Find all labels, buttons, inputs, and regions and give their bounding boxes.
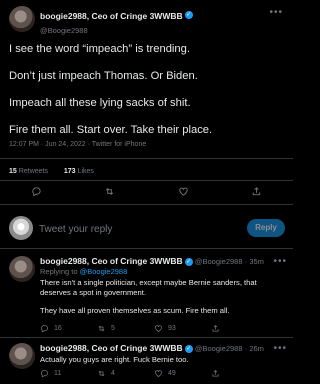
author-handle[interactable]: @Boogie2988: [195, 344, 243, 353]
tweet-header: boogie2988, Ceo of Cringe 3WWBB ✓ @Boogie…: [40, 6, 193, 35]
likes-count: 49: [168, 370, 176, 377]
tweet-body: I see the word “impeach” is trending. Do…: [9, 42, 284, 150]
author-avatar[interactable]: [9, 6, 35, 32]
tweet-actions: [0, 186, 293, 197]
reply-paragraph: Actually you guys are right. Fuck Bernie…: [40, 355, 189, 364]
verified-badge-icon: ✓: [184, 257, 193, 266]
retweets-count: 15: [9, 168, 17, 175]
author-avatar[interactable]: [9, 256, 35, 282]
replying-to: Replying to @Boogie2988: [40, 267, 286, 276]
reply-paragraph: They have all proven themselves as scum.…: [40, 306, 230, 315]
like-icon[interactable]: [178, 186, 189, 197]
viewer-avatar: [9, 216, 33, 240]
author-name[interactable]: boogie2988, Ceo of Cringe 3WWBB: [40, 11, 183, 21]
author-handle[interactable]: @Boogie2988: [195, 257, 243, 266]
reply-composer: Reply: [9, 216, 285, 242]
retweets-label: Retweets: [18, 168, 48, 175]
replies-count: 11: [54, 370, 62, 377]
retweets-count: 5: [111, 325, 115, 332]
reply-time[interactable]: 35m: [249, 257, 264, 266]
tweet-paragraph: Fire them all. Start over. Take their pl…: [9, 124, 213, 136]
tweet-timestamp[interactable]: 12:07 PM · Jun 24, 2022 · Twitter for iP…: [9, 141, 146, 148]
divider: [0, 180, 293, 181]
reply-body: Actually you guys are right. Fuck Bernie…: [40, 355, 286, 365]
reply-body: There isn't a single politician, except …: [40, 278, 286, 316]
more-icon[interactable]: •••: [273, 343, 287, 354]
share-icon[interactable]: [251, 186, 262, 197]
divider: [0, 337, 293, 338]
replying-prefix: Replying to: [40, 267, 78, 276]
author-handle[interactable]: @Boogie2988: [40, 26, 193, 35]
divider: [0, 158, 293, 159]
retweet-icon: [98, 325, 105, 332]
tweet-paragraph: Impeach all these lying sacks of shit.: [9, 97, 191, 109]
like-icon: [155, 325, 162, 332]
reply-time[interactable]: 26m: [249, 344, 264, 353]
verified-badge-icon: ✓: [184, 344, 193, 353]
reply-icon[interactable]: [31, 186, 42, 197]
tweet-stats: 15 Retweets 173 Likes: [9, 168, 94, 175]
share-action[interactable]: [211, 369, 268, 378]
tweet-paragraph: Don’t just impeach Thomas. Or Biden.: [9, 70, 198, 82]
retweets-stat[interactable]: 15 Retweets: [9, 168, 48, 175]
reply-action[interactable]: 16: [40, 324, 97, 333]
reply-button[interactable]: Reply: [247, 219, 285, 237]
retweets-count: 4: [111, 370, 115, 377]
reply-action[interactable]: 11: [40, 369, 97, 378]
reply-icon: [41, 370, 48, 378]
retweet-action[interactable]: 5: [97, 324, 154, 333]
more-icon[interactable]: •••: [269, 7, 283, 18]
more-icon[interactable]: •••: [273, 256, 287, 267]
reply-actions: 11 4 49: [40, 369, 286, 378]
reply-paragraph: There isn't a single politician, except …: [40, 278, 257, 297]
divider: [0, 248, 293, 249]
author-avatar[interactable]: [9, 343, 35, 369]
tweet-paragraph: I see the word “impeach” is trending.: [9, 43, 190, 55]
likes-label: Likes: [77, 168, 94, 175]
verified-badge-icon: ✓: [184, 10, 193, 19]
retweet-icon[interactable]: [104, 186, 115, 197]
likes-count: 93: [168, 325, 176, 332]
author-name[interactable]: boogie2988, Ceo of Cringe 3WWBB: [40, 256, 183, 266]
share-icon: [212, 324, 219, 332]
like-action[interactable]: 49: [154, 369, 211, 378]
retweet-icon: [98, 370, 105, 377]
divider: [0, 204, 293, 205]
reply-input[interactable]: [39, 221, 209, 237]
author-name[interactable]: boogie2988, Ceo of Cringe 3WWBB: [40, 343, 183, 353]
like-action[interactable]: 93: [154, 324, 211, 333]
retweet-action[interactable]: 4: [97, 369, 154, 378]
reply-header: boogie2988, Ceo of Cringe 3WWBB ✓ @Boogie…: [40, 256, 264, 266]
reply-header: boogie2988, Ceo of Cringe 3WWBB ✓ @Boogie…: [40, 343, 264, 353]
like-icon: [155, 370, 162, 377]
likes-count: 173: [63, 168, 76, 175]
reply-actions: 16 5 93: [40, 324, 286, 333]
share-icon: [212, 369, 219, 377]
share-action[interactable]: [211, 324, 268, 333]
likes-stat[interactable]: 173 Likes: [64, 168, 94, 175]
replying-handle-link[interactable]: @Boogie2988: [80, 267, 128, 276]
replies-count: 16: [54, 325, 62, 332]
reply-icon: [41, 325, 48, 333]
